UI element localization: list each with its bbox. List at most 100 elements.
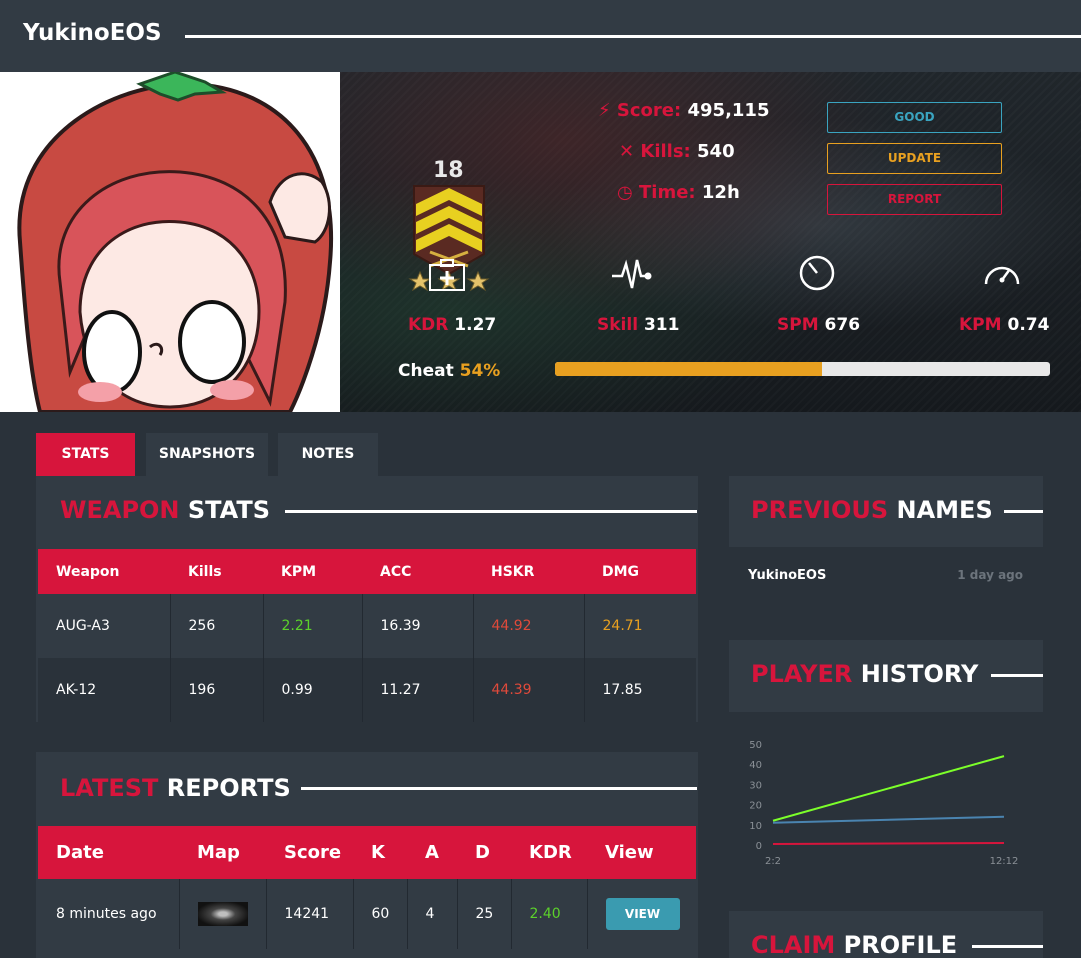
- col-kdr[interactable]: KDR: [511, 826, 587, 879]
- col-d[interactable]: D: [457, 826, 511, 879]
- good-button[interactable]: GOOD: [827, 102, 1002, 133]
- header-divider: [185, 35, 1081, 38]
- medkit-icon: [428, 258, 466, 296]
- time-stat: ◷ Time: 12h: [617, 182, 740, 203]
- col-hskr[interactable]: HSKR: [473, 549, 584, 594]
- score-label: Score:: [616, 100, 682, 121]
- time-value: 12h: [701, 182, 740, 203]
- cheat-progress-fill: [555, 362, 823, 376]
- score-stat: ⚡ Score: 495,115: [598, 100, 769, 121]
- report-button[interactable]: REPORT: [827, 184, 1002, 215]
- weapon-kills: 196: [170, 658, 264, 722]
- series-line-2: [772, 841, 1005, 845]
- report-deaths: 25: [457, 879, 512, 949]
- kpm-stat: KPM 0.74: [959, 315, 1049, 335]
- weapon-kills: 256: [170, 594, 264, 658]
- kdr-value: 1.27: [454, 315, 497, 335]
- rank-level: 18: [433, 158, 464, 183]
- y-tick-label: 20: [749, 801, 762, 812]
- col-k[interactable]: K: [353, 826, 407, 879]
- profile-hero: 18 ⚡ Score: 495,115 ✕ Kills: 540 ◷ Time:…: [0, 72, 1081, 412]
- player-avatar: [0, 72, 340, 412]
- y-tick-label: 40: [749, 760, 762, 771]
- spm-value: 676: [824, 315, 861, 335]
- report-map: [179, 879, 267, 949]
- profile-header: YukinoEOS: [0, 0, 1081, 72]
- player-history-title: PLAYER HISTORY: [751, 660, 979, 688]
- skill-label: Skill: [597, 315, 639, 335]
- y-tick-label: 0: [756, 841, 762, 852]
- series-line-1: [772, 815, 1005, 824]
- player-history-panel: PLAYER HISTORY: [729, 640, 1043, 712]
- cross-icon: ✕: [619, 141, 635, 162]
- kills-stat: ✕ Kills: 540: [619, 141, 735, 162]
- weapon-stats-title: WEAPON STATS: [60, 496, 271, 524]
- speedometer-icon: [982, 256, 1022, 294]
- spm-stat: SPM 676: [777, 315, 860, 335]
- col-dmg[interactable]: DMG: [584, 549, 696, 594]
- title-divider: [991, 674, 1043, 677]
- clock-icon: ◷: [617, 182, 633, 203]
- y-tick-label: 10: [749, 821, 762, 832]
- title-divider: [1004, 510, 1043, 513]
- history-chart-svg: 0 10 20 30 40 50 2:2 12:12: [749, 740, 1019, 867]
- kpm-value: 0.74: [1007, 315, 1050, 335]
- list-item: YukinoEOS 1 day ago: [729, 547, 1043, 607]
- weapon-hskr: 44.39: [473, 658, 585, 722]
- col-view[interactable]: View: [587, 826, 696, 879]
- cheat-meter: Cheat 54%: [398, 361, 500, 381]
- y-tick-label: 30: [749, 780, 762, 791]
- col-weapon[interactable]: Weapon: [38, 549, 170, 594]
- update-button[interactable]: UPDATE: [827, 143, 1002, 174]
- weapon-kpm: 2.21: [263, 594, 363, 658]
- tab-notes[interactable]: NOTES: [278, 433, 378, 476]
- weapon-dmg: 17.85: [602, 682, 643, 698]
- col-kpm[interactable]: KPM: [263, 549, 362, 594]
- weapon-stats-table: Weapon Kills KPM ACC HSKR DMG AUG-A3 256…: [38, 549, 696, 722]
- title-divider: [285, 510, 697, 513]
- col-kills[interactable]: Kills: [170, 549, 263, 594]
- kills-value: 540: [697, 141, 735, 162]
- map-thumbnail: [197, 902, 248, 926]
- report-view-cell: VIEW: [587, 879, 696, 949]
- stopwatch-icon: [798, 254, 836, 296]
- time-label: Time:: [639, 182, 696, 203]
- kills-label: Kills:: [640, 141, 691, 162]
- title-divider: [972, 945, 1043, 948]
- previous-name: YukinoEOS: [748, 568, 827, 583]
- view-report-button[interactable]: VIEW: [605, 898, 680, 930]
- weapon-name: AUG-A3: [38, 594, 171, 658]
- heartbeat-icon: [610, 256, 654, 296]
- col-date[interactable]: Date: [38, 826, 179, 879]
- weapon-kpm: 0.99: [263, 658, 363, 722]
- col-acc[interactable]: ACC: [362, 549, 473, 594]
- report-kills: 60: [353, 879, 408, 949]
- title-divider: [301, 787, 697, 790]
- weapon-name: AK-12: [38, 658, 171, 722]
- latest-reports-panel: LATEST REPORTS Date Map Score K A D KDR …: [36, 752, 698, 958]
- kdr-label: KDR: [408, 315, 449, 335]
- col-score[interactable]: Score: [266, 826, 353, 879]
- player-history-chart: 0 10 20 30 40 50 2:2 12:12: [729, 712, 1043, 880]
- tab-snapshots[interactable]: SNAPSHOTS: [146, 433, 268, 476]
- cheat-progress-bar: [555, 362, 1050, 376]
- table-row: 8 minutes ago 14241 60 4 25 2.40 VIEW: [38, 879, 696, 949]
- tab-stats[interactable]: STATS: [36, 433, 135, 476]
- weapon-dmg: 24.71: [602, 618, 643, 634]
- x-tick-label: 12:12: [990, 856, 1019, 867]
- cheat-value: 54%: [459, 361, 501, 381]
- weapon-stats-panel: WEAPON STATS Weapon Kills KPM ACC HSKR D…: [36, 476, 698, 722]
- report-score: 14241: [266, 879, 354, 949]
- score-value: 495,115: [687, 100, 770, 121]
- col-a[interactable]: A: [407, 826, 457, 879]
- weapon-acc: 11.27: [362, 658, 474, 722]
- reports-table: Date Map Score K A D KDR View 8 minutes …: [38, 826, 696, 949]
- cheat-label: Cheat: [398, 361, 454, 381]
- bolt-icon: ⚡: [598, 100, 611, 121]
- y-tick-label: 50: [749, 740, 762, 751]
- previous-name-time: 1 day ago: [957, 568, 1023, 582]
- col-map[interactable]: Map: [179, 826, 266, 879]
- player-name: YukinoEOS: [23, 20, 162, 46]
- claim-profile-panel: CLAIM PROFILE: [729, 911, 1043, 958]
- report-assists: 4: [407, 879, 458, 949]
